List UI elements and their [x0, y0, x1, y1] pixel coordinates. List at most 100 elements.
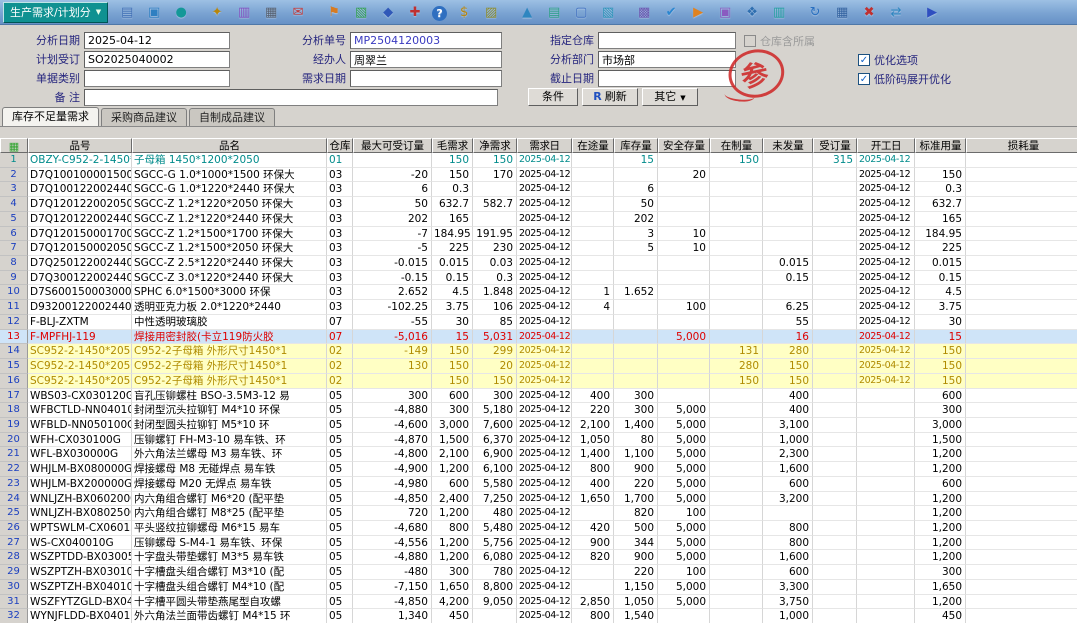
cell-wip[interactable]	[710, 565, 763, 580]
cell-demand_date[interactable]: 2025-04-12	[517, 256, 572, 271]
table-row[interactable]: 1OBZY-C952-2-1450*2050子母箱 1450*1200*2050…	[0, 153, 1077, 168]
cell-in_transit[interactable]	[572, 330, 614, 345]
cell-gross_demand[interactable]: 225	[432, 241, 473, 256]
cell-gross_demand[interactable]: 30	[432, 315, 473, 330]
cell-start_date[interactable]: 2025-04-12	[857, 344, 915, 359]
row-number[interactable]: 14	[0, 344, 28, 359]
cell-unshipped[interactable]: 1,000	[763, 433, 813, 448]
cell-std_usage[interactable]: 1,200	[915, 492, 966, 507]
cell-start_date[interactable]	[857, 477, 915, 492]
cell-safety_stock[interactable]	[658, 344, 710, 359]
cell-part_name[interactable]: C952-2子母箱 外形尺寸1450*1	[132, 374, 327, 389]
row-number[interactable]: 25	[0, 506, 28, 521]
cell-part_no[interactable]: WHJLM-BX080000G	[28, 462, 132, 477]
cell-std_usage[interactable]: 1,650	[915, 580, 966, 595]
cell-warehouse[interactable]: 07	[327, 315, 353, 330]
cell-std_usage[interactable]: 3,000	[915, 418, 966, 433]
cell-net_demand[interactable]	[473, 182, 517, 197]
module-dropdown[interactable]: 生产需求/计划分 ▼	[3, 2, 108, 23]
cell-loss[interactable]	[966, 212, 1077, 227]
cell-in_transit[interactable]: 2,850	[572, 595, 614, 610]
cell-ordered[interactable]	[813, 536, 857, 551]
row-number[interactable]: 5	[0, 212, 28, 227]
cell-demand_date[interactable]: 2025-04-12	[517, 521, 572, 536]
analysis-no-input[interactable]	[350, 32, 502, 49]
cell-start_date[interactable]: 2025-04-12	[857, 271, 915, 286]
cell-loss[interactable]	[966, 550, 1077, 565]
cell-ordered[interactable]	[813, 506, 857, 521]
cell-in_transit[interactable]: 400	[572, 477, 614, 492]
cell-net_demand[interactable]: 9,050	[473, 595, 517, 610]
cell-std_usage[interactable]: 1,200	[915, 447, 966, 462]
cell-max_orderable[interactable]: 6	[353, 182, 432, 197]
cell-safety_stock[interactable]: 5,000	[658, 580, 710, 595]
cell-stock[interactable]: 1,400	[614, 418, 658, 433]
cell-max_orderable[interactable]: -0.15	[353, 271, 432, 286]
cell-unshipped[interactable]: 280	[763, 344, 813, 359]
cell-gross_demand[interactable]: 15	[432, 330, 473, 345]
cell-wip[interactable]	[710, 256, 763, 271]
cell-start_date[interactable]: 2025-04-12	[857, 168, 915, 183]
cell-std_usage[interactable]: 600	[915, 477, 966, 492]
cell-part_name[interactable]: 十字盘头带垫螺钉 M3*5 易车铁	[132, 550, 327, 565]
cell-stock[interactable]	[614, 359, 658, 374]
col-header-demand_date[interactable]: 需求日	[517, 138, 572, 153]
org-icon[interactable]: ❖	[742, 3, 762, 22]
cell-demand_date[interactable]: 2025-04-12	[517, 241, 572, 256]
row-number[interactable]: 20	[0, 433, 28, 448]
cell-warehouse[interactable]: 05	[327, 609, 353, 623]
cell-part_name[interactable]: 平头竖纹拉铆螺母 M6*15 易车	[132, 521, 327, 536]
cell-gross_demand[interactable]: 150	[432, 153, 473, 168]
row-number[interactable]: 24	[0, 492, 28, 507]
cell-start_date[interactable]: 2025-04-12	[857, 285, 915, 300]
cell-safety_stock[interactable]: 5,000	[658, 403, 710, 418]
cell-warehouse[interactable]: 05	[327, 492, 353, 507]
table-row[interactable]: 21WFL-BX030000G外六角法兰螺母 M3 易车铁、环05-4,8002…	[0, 447, 1077, 462]
swap-icon[interactable]: ⇄	[886, 3, 906, 22]
col-header-ordered[interactable]: 受订量	[813, 138, 857, 153]
cell-start_date[interactable]: 2025-04-12	[857, 212, 915, 227]
cell-demand_date[interactable]: 2025-04-12	[517, 389, 572, 404]
cell-unshipped[interactable]: 1,600	[763, 462, 813, 477]
row-number[interactable]: 2	[0, 168, 28, 183]
cell-loss[interactable]	[966, 595, 1077, 610]
cell-start_date[interactable]	[857, 418, 915, 433]
cell-ordered[interactable]	[813, 580, 857, 595]
cell-demand_date[interactable]: 2025-04-12	[517, 550, 572, 565]
cell-in_transit[interactable]	[572, 197, 614, 212]
cell-safety_stock[interactable]: 5,000	[658, 462, 710, 477]
cell-start_date[interactable]	[857, 565, 915, 580]
cell-ordered[interactable]	[813, 197, 857, 212]
cell-std_usage[interactable]: 450	[915, 609, 966, 623]
cell-part_name[interactable]: 封闭型沉头拉铆钉 M4*10 环保	[132, 403, 327, 418]
seal-icon[interactable]: ✦	[207, 3, 227, 22]
cell-stock[interactable]: 80	[614, 433, 658, 448]
cell-wip[interactable]	[710, 168, 763, 183]
refresh-button[interactable]: R刷新	[582, 88, 638, 106]
cell-max_orderable[interactable]: -4,680	[353, 521, 432, 536]
cell-loss[interactable]	[966, 359, 1077, 374]
table-row[interactable]: 16SC952-2-1450*2050-1C952-2子母箱 外形尺寸1450*…	[0, 374, 1077, 389]
cell-part_no[interactable]: WYNJFLDD-BX040150G	[28, 609, 132, 623]
cell-safety_stock[interactable]: 5,000	[658, 536, 710, 551]
row-number[interactable]: 7	[0, 241, 28, 256]
cell-unshipped[interactable]: 1,000	[763, 609, 813, 623]
cell-wip[interactable]	[710, 227, 763, 242]
row-number[interactable]: 27	[0, 536, 28, 551]
cell-warehouse[interactable]: 03	[327, 227, 353, 242]
cell-in_transit[interactable]: 220	[572, 403, 614, 418]
cell-part_no[interactable]: OBZY-C952-2-1450*2050	[28, 153, 132, 168]
cell-part_no[interactable]: SC952-2-1450*2050-1	[28, 374, 132, 389]
cell-wip[interactable]	[710, 315, 763, 330]
cell-loss[interactable]	[966, 389, 1077, 404]
cell-net_demand[interactable]: 0.03	[473, 256, 517, 271]
row-number[interactable]: 1	[0, 153, 28, 168]
cell-loss[interactable]	[966, 182, 1077, 197]
cell-part_name[interactable]: 封闭型圆头拉铆钉 M5*10 环	[132, 418, 327, 433]
cell-wip[interactable]	[710, 462, 763, 477]
cell-max_orderable[interactable]: -4,850	[353, 595, 432, 610]
cell-gross_demand[interactable]: 600	[432, 477, 473, 492]
cell-gross_demand[interactable]: 300	[432, 565, 473, 580]
cell-in_transit[interactable]	[572, 580, 614, 595]
cell-unshipped[interactable]: 400	[763, 403, 813, 418]
